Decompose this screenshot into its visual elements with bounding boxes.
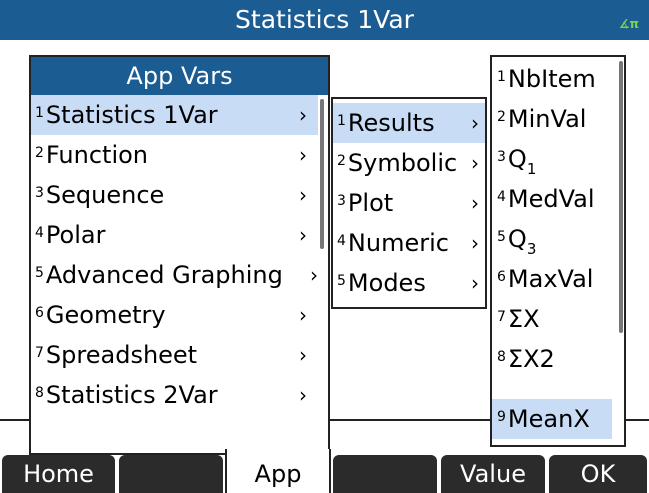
menu-item-label: Statistics 2Var	[45, 381, 218, 409]
app-title: Statistics 1Var	[235, 5, 414, 34]
menu-item-spreadsheet[interactable]: 7Spreadsheet ›	[31, 335, 318, 375]
menu-item-nbitem[interactable]: 1NbItem	[492, 59, 624, 99]
menu-item-label: Q	[507, 225, 527, 253]
menu-item-q1[interactable]: 3Q1	[492, 139, 624, 179]
menu-item-medval[interactable]: 4MedVal	[492, 179, 624, 219]
chevron-right-icon: ›	[299, 343, 307, 367]
blank-softkey-2[interactable]	[119, 455, 223, 493]
chevron-right-icon: ›	[299, 223, 307, 247]
menu-item-label: Spreadsheet	[45, 341, 198, 369]
title-bar: Statistics 1Var ∡π	[0, 0, 649, 40]
menu-item-label: MinVal	[507, 105, 587, 133]
calculator-screen: Statistics 1Var ∡π App Vars 1Statistics …	[0, 0, 649, 493]
menu-item-number: 3	[497, 149, 506, 165]
menu-item-number: 6	[497, 269, 506, 285]
menu-item-geometry[interactable]: 6Geometry ›	[31, 295, 318, 335]
menu-item-subscript: 3	[526, 240, 537, 258]
menu-item-advanced-graphing[interactable]: 5Advanced Graphing ›	[31, 255, 318, 295]
menu-item-label: ΣX2	[507, 345, 555, 373]
menu-item-label: Plot	[347, 189, 394, 217]
menu-item-maxval[interactable]: 6MaxVal	[492, 259, 624, 299]
menu-item-modes[interactable]: 5Modes ›	[333, 263, 485, 303]
app-vars-menu: App Vars 1Statistics 1Var › 2Function › …	[29, 55, 330, 455]
menu-item-label: MaxVal	[507, 265, 594, 293]
app-tab-button[interactable]: App	[225, 449, 331, 493]
chevron-right-icon: ›	[471, 191, 479, 215]
angle-mode-indicator: ∡π	[618, 17, 639, 31]
menu-item-label: Q	[507, 145, 527, 173]
menu-item-plot[interactable]: 3Plot ›	[333, 183, 485, 223]
menu-item-label: Function	[45, 141, 149, 169]
scrollbar[interactable]	[619, 61, 623, 333]
menu-item-label: Geometry	[45, 301, 166, 329]
chevron-right-icon: ›	[310, 263, 318, 287]
menu-item-q3[interactable]: 5Q3	[492, 219, 624, 259]
menu-item-number: 1	[35, 105, 44, 121]
menu-item-number: 8	[35, 385, 44, 401]
menu-item-number: 5	[35, 265, 44, 281]
menu-item-meanx[interactable]: 9MeanX	[492, 399, 612, 439]
value-button[interactable]: Value	[441, 455, 545, 493]
menu-item-label: Results	[347, 109, 435, 137]
chevron-right-icon: ›	[299, 303, 307, 327]
menu-item-number: 9	[497, 409, 506, 425]
menu-item-number: 2	[497, 109, 506, 125]
menu-item-label: Sequence	[45, 181, 165, 209]
app-category-menu: 1Results › 2Symbolic › 3Plot › 4Numeric …	[331, 97, 487, 309]
menu-item-number: 4	[497, 189, 506, 205]
results-vars-menu: 1NbItem 2MinVal 3Q1 4MedVal 5Q3 6MaxVal …	[490, 55, 626, 447]
menu-item-number: 6	[35, 305, 44, 321]
menu-item-number: 7	[35, 345, 44, 361]
app-vars-menu-title: App Vars	[31, 57, 328, 95]
menu-item-symbolic[interactable]: 2Symbolic ›	[333, 143, 485, 183]
menu-item-number: 1	[337, 113, 346, 129]
menu-item-subscript: 1	[526, 160, 537, 178]
menu-item-number: 8	[497, 349, 506, 365]
home-button[interactable]: Home	[2, 455, 115, 493]
chevron-right-icon: ›	[471, 151, 479, 175]
chevron-right-icon: ›	[471, 111, 479, 135]
menu-item-number: 2	[35, 145, 44, 161]
menu-item-label: MedVal	[507, 185, 595, 213]
menu-item-number: 5	[337, 273, 346, 289]
menu-item-number: 3	[337, 193, 346, 209]
chevron-right-icon: ›	[471, 231, 479, 255]
menu-item-minval[interactable]: 2MinVal	[492, 99, 624, 139]
chevron-right-icon: ›	[299, 383, 307, 407]
menu-item-statistics-1var[interactable]: 1Statistics 1Var ›	[31, 95, 318, 135]
menu-item-label: ΣX	[507, 305, 540, 333]
menu-item-label: MeanX	[507, 405, 590, 433]
menu-item-number: 4	[35, 225, 44, 241]
menu-item-label: Symbolic	[347, 149, 458, 177]
menu-item-number: 5	[497, 229, 506, 245]
chevron-right-icon: ›	[299, 103, 307, 127]
chevron-right-icon: ›	[299, 183, 307, 207]
chevron-right-icon: ›	[471, 271, 479, 295]
menu-item-results[interactable]: 1Results ›	[333, 103, 485, 143]
menu-item-label: Advanced Graphing	[45, 261, 283, 289]
blank-softkey-4[interactable]	[333, 455, 437, 493]
menu-item-function[interactable]: 2Function ›	[31, 135, 318, 175]
menu-item-numeric[interactable]: 4Numeric ›	[333, 223, 485, 263]
menu-item-label: Statistics 1Var	[45, 101, 218, 129]
menu-item-number: 7	[497, 309, 506, 325]
menu-item-sequence[interactable]: 3Sequence ›	[31, 175, 318, 215]
chevron-right-icon: ›	[299, 143, 307, 167]
menu-item-sigma-x2[interactable]: 8ΣX2	[492, 339, 624, 379]
menu-item-number: 1	[497, 69, 506, 85]
menu-item-number: 3	[35, 185, 44, 201]
menu-item-statistics-2var[interactable]: 8Statistics 2Var ›	[31, 375, 318, 415]
menu-item-label: Numeric	[347, 229, 449, 257]
menu-item-number: 2	[337, 153, 346, 169]
softkey-bar: Home App Value OK	[0, 449, 649, 493]
scrollbar[interactable]	[320, 99, 324, 249]
menu-item-label: NbItem	[507, 65, 596, 93]
menu-item-number: 4	[337, 233, 346, 249]
ok-button[interactable]: OK	[549, 455, 647, 493]
menu-item-label: Polar	[45, 221, 106, 249]
menu-item-polar[interactable]: 4Polar ›	[31, 215, 318, 255]
menu-item-label: Modes	[347, 269, 426, 297]
menu-item-sigma-x[interactable]: 7ΣX	[492, 299, 624, 339]
